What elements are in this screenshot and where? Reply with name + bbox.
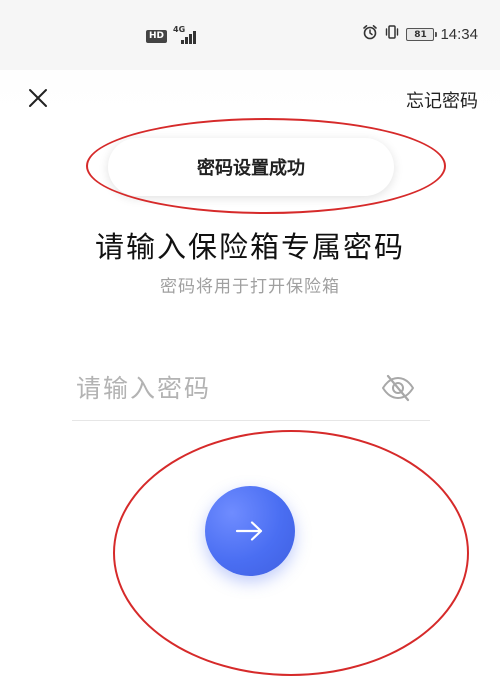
- page-title: 请输入保险箱专属密码: [94, 230, 405, 264]
- eye-off-icon: [382, 374, 414, 402]
- alarm-icon: [362, 24, 378, 45]
- annotation-ring-next: [113, 430, 469, 676]
- close-icon: [29, 89, 47, 107]
- arrow-right-icon: [235, 521, 263, 541]
- status-right: 81 14:34: [362, 24, 478, 45]
- forgot-password-link[interactable]: 忘记密码: [406, 87, 478, 113]
- page-subtitle: 密码将用于打开保险箱: [160, 277, 340, 297]
- close-button[interactable]: [26, 86, 50, 110]
- signal-bars: [181, 31, 197, 44]
- app-screen: HD 4G 81 14:34 忘记密码 密码设置成功 请输入保险箱专属密码 密码…: [0, 0, 500, 691]
- toggle-visibility-button[interactable]: [380, 372, 416, 404]
- status-bar: HD 4G 81 14:34: [0, 0, 500, 70]
- vibrate-icon: [384, 24, 400, 45]
- next-button[interactable]: [205, 486, 295, 576]
- signal-icon: 4G: [173, 26, 201, 44]
- success-toast: 密码设置成功: [108, 138, 394, 196]
- battery-icon: 81: [406, 28, 438, 41]
- password-field-container: [72, 362, 430, 421]
- password-input[interactable]: [76, 368, 366, 408]
- toast-message: 密码设置成功: [197, 158, 305, 179]
- status-left: HD 4G: [146, 26, 201, 44]
- hd-badge: HD: [146, 29, 168, 43]
- status-time: 14:34: [440, 26, 478, 43]
